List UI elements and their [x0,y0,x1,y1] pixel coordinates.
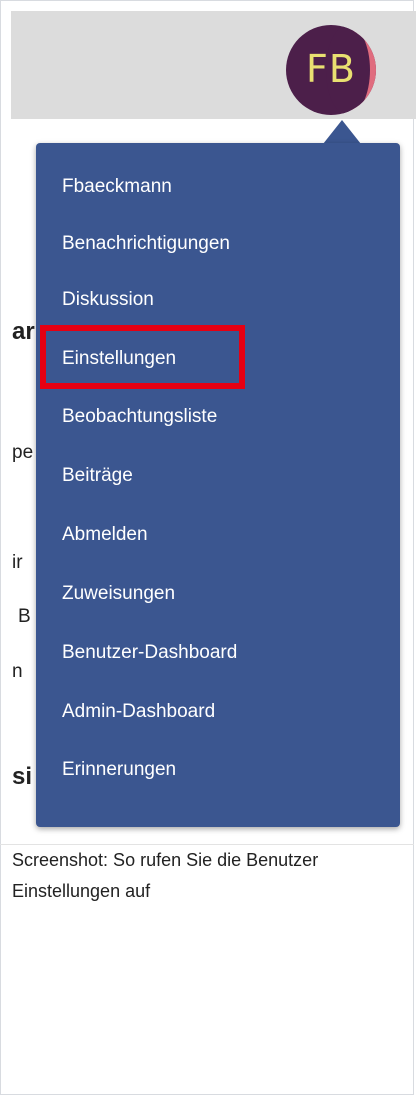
image-caption: Screenshot: So rufen Sie die Benutzer Ei… [12,850,319,901]
menu-item-admin-dashboard[interactable]: Admin-Dashboard [62,701,215,723]
user-avatar[interactable]: FB [286,25,376,115]
menu-item-username[interactable]: Fbaeckmann [62,176,172,198]
background-text-fragment: si [12,763,33,790]
menu-item-logout[interactable]: Abmelden [62,524,148,546]
menu-item-contributions[interactable]: Beiträge [62,465,133,487]
background-text-fragment: B [18,606,31,627]
menu-item-notifications[interactable]: Benachrichtigungen [62,233,230,255]
menu-item-assignments[interactable]: Zuweisungen [62,583,175,605]
avatar-initials: FB [306,47,356,91]
menu-item-discussion[interactable]: Diskussion [62,289,154,311]
menu-item-user-dashboard[interactable]: Benutzer-Dashboard [62,642,237,664]
background-text-fragment: ar [12,318,35,345]
settings-highlight-box [40,325,245,389]
background-text-fragment: ir [12,552,23,573]
background-text-fragment: n [12,661,23,682]
user-dropdown-menu: Fbaeckmann Benachrichtigungen Diskussion… [36,143,400,827]
background-text-fragment: pe [12,442,34,463]
menu-item-reminders[interactable]: Erinnerungen [62,759,176,781]
dropdown-pointer [323,120,361,144]
menu-item-watchlist[interactable]: Beobachtungsliste [62,406,217,428]
